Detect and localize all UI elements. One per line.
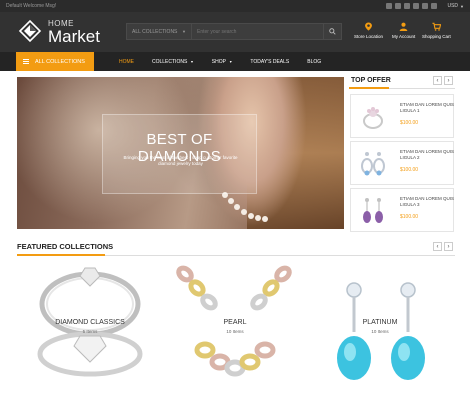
nav-item-shop[interactable]: SHOP ▼ (203, 59, 242, 65)
logo-line-2: Market (48, 27, 100, 46)
logo[interactable]: HOME Market (18, 19, 108, 46)
my-account-link[interactable]: My Account (392, 22, 415, 39)
top-offer-arrows: ‹ › (433, 76, 453, 85)
pinterest-icon[interactable] (404, 3, 411, 9)
search-button[interactable] (324, 23, 342, 40)
nav-item-label: HOME (119, 58, 134, 65)
search-icon (329, 28, 336, 35)
prev-arrow-icon[interactable]: ‹ (433, 76, 442, 85)
all-collections-button[interactable]: ALL COLLECTIONS (16, 52, 94, 71)
shopping-cart-link[interactable]: Shopping Cart (422, 22, 451, 39)
product-name: ETIAM DAN LOREM QUIS LIGULA 2 (400, 149, 455, 160)
shopping-cart-label: Shopping Cart (422, 34, 451, 39)
currency-label: USD (447, 3, 459, 9)
nav-item-label: COLLECTIONS (152, 58, 188, 65)
product-price: $100.00 (400, 167, 419, 173)
chevron-down-icon: ▼ (190, 59, 194, 64)
all-collections-label: ALL COLLECTIONS (35, 58, 85, 65)
collection-count: 10 Items (371, 329, 389, 334)
my-account-label: My Account (392, 34, 416, 39)
search-bar: ALL COLLECTIONS ▼ (126, 23, 342, 40)
product-name: ETIAM DAN LOREM QUIS LIGULA 1 (400, 102, 455, 113)
featured-collections-header: FEATURED COLLECTIONS (17, 242, 455, 256)
nav-item-label: SHOP (211, 58, 226, 65)
collection-card-diamond-classics[interactable]: DIAMOND CLASSICS 5 Items (20, 262, 160, 390)
aquamarine-earrings-image (337, 282, 425, 380)
facebook-icon[interactable] (386, 3, 393, 9)
nav-item-home[interactable]: HOME (110, 59, 143, 65)
product-price: $100.00 (400, 120, 419, 126)
search-category-select[interactable]: ALL COLLECTIONS ▼ (126, 23, 192, 40)
title-underline (17, 254, 105, 256)
collection-card-pearl[interactable]: PEARL 10 Items (165, 262, 305, 390)
product-card[interactable]: ETIAM DAN LOREM QUIS LIGULA 1 $100.00 (350, 94, 454, 138)
store-location-link[interactable]: Store Location (354, 22, 383, 39)
product-name: ETIAM DAN LOREM QUIS LIGULA 3 (400, 196, 455, 207)
chevron-down-icon: ▼ (228, 59, 233, 64)
currency-selector[interactable]: USD ▼ (447, 3, 464, 9)
earrings-image (361, 152, 385, 176)
hero-banner[interactable]: BEST OF DIAMONDS Bringing you the best o… (17, 77, 344, 229)
nav-item-collections[interactable]: COLLECTIONS ▼ (143, 59, 203, 65)
chevron-down-icon: ▼ (460, 3, 464, 9)
map-pin-icon (365, 22, 372, 31)
menu-icon (23, 59, 29, 64)
amethyst-earrings-image (363, 198, 383, 223)
logo-mark-icon (18, 19, 42, 43)
main-menu: HOME COLLECTIONS ▼ SHOP ▼ TODAY'S DEALS BL… (110, 52, 330, 71)
top-bar: Default Welcome Msg! USD ▼ (0, 0, 470, 12)
product-price: $100.00 (400, 214, 419, 220)
ring-image (363, 107, 383, 129)
nav-item-label: BLOG (307, 58, 322, 65)
user-icon (399, 22, 408, 31)
collection-count: 5 Items (82, 329, 98, 334)
collection-label: DIAMOND CLASSICS (55, 319, 125, 326)
nav-item-todays-deals[interactable]: TODAY'S DEALS (241, 59, 298, 65)
cart-icon (432, 22, 441, 31)
collection-label: PLATINUM (362, 319, 398, 326)
search-category-label: ALL COLLECTIONS (132, 28, 178, 35)
featured-arrows: ‹ › (433, 242, 453, 251)
title-underline (349, 87, 389, 89)
diamond-ring-image (37, 267, 143, 377)
search-input[interactable] (192, 23, 324, 40)
hero-subtitle: Bringing you the best of the best - shop… (123, 155, 238, 166)
welcome-message: Default Welcome Msg! (6, 3, 57, 9)
prev-arrow-icon[interactable]: ‹ (433, 242, 442, 251)
featured-collections-title: FEATURED COLLECTIONS (17, 242, 114, 251)
product-card[interactable]: ETIAM DAN LOREM QUIS LIGULA 3 $100.00 (350, 188, 454, 232)
next-arrow-icon[interactable]: › (444, 242, 453, 251)
nav-item-label: TODAY'S DEALS (250, 58, 290, 65)
next-arrow-icon[interactable]: › (444, 76, 453, 85)
chain-necklace-image (176, 265, 292, 377)
twitter-icon[interactable] (395, 3, 402, 9)
rss-icon[interactable] (431, 3, 438, 9)
store-location-label: Store Location (354, 34, 384, 39)
product-card[interactable]: ETIAM DAN LOREM QUIS LIGULA 2 $100.00 (350, 141, 454, 185)
collection-card-platinum[interactable]: PLATINUM 10 Items (310, 262, 450, 390)
top-offer-title: TOP OFFER (351, 77, 391, 84)
social-links (386, 3, 438, 9)
collection-label: PEARL (223, 319, 247, 326)
google-plus-icon[interactable] (422, 3, 429, 9)
nav-item-blog[interactable]: BLOG (298, 59, 330, 65)
hero-caption-box: BEST OF DIAMONDS Bringing you the best o… (102, 114, 257, 194)
youtube-icon[interactable] (413, 3, 420, 9)
collection-count: 10 Items (226, 329, 244, 334)
chevron-down-icon: ▼ (182, 29, 186, 34)
